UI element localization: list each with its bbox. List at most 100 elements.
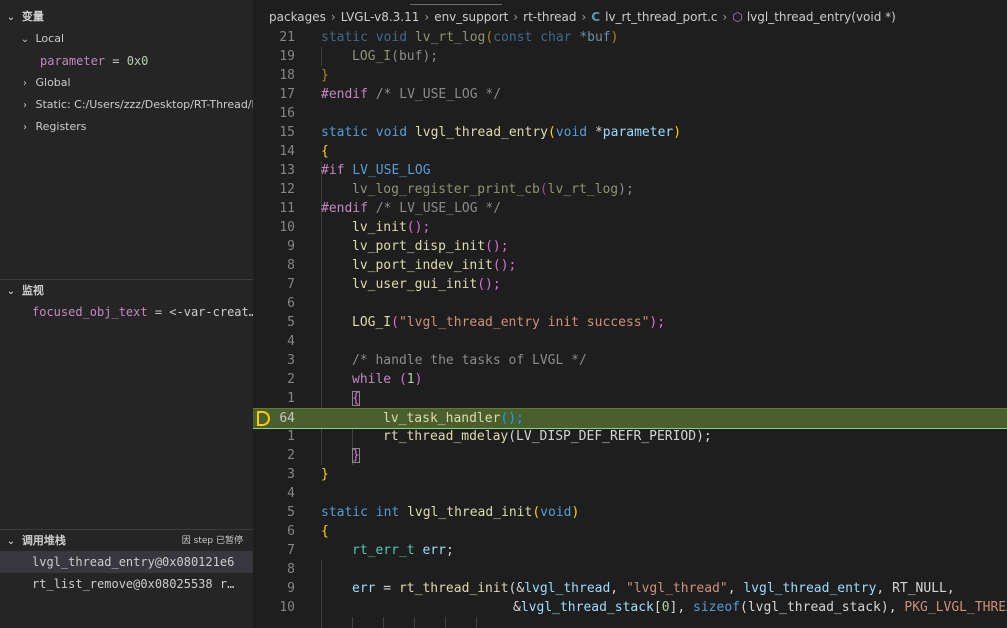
variable-name: parameter xyxy=(40,54,106,68)
line-text: static void lv_rt_log(const char *buf) xyxy=(321,30,619,45)
line-number: 2 xyxy=(287,448,295,463)
code-line[interactable]: 13 #if LV_USE_LOG xyxy=(253,161,1007,180)
line-text: rt_thread_mdelay(LV_DISP_DEF_REFR_PERIOD… xyxy=(383,429,712,444)
line-text: LOG_I("lvgl_thread_entry init success"); xyxy=(352,315,666,330)
current-line-highlight[interactable]: 64 lv_task_handler(); xyxy=(253,408,1007,429)
code-line[interactable]: 17 #endif /* LV_USE_LOG */ xyxy=(253,85,1007,104)
variable-row-parameter[interactable]: parameter = 0x0 xyxy=(0,50,253,72)
line-number: 14 xyxy=(279,144,295,159)
static-label: Static: C:/Users/zzz/Desktop/RT-Thread/P… xyxy=(35,98,254,111)
line-number: 17 xyxy=(279,87,295,102)
line-number: 2 xyxy=(287,372,295,387)
watch-header-label: 监视 xyxy=(21,284,44,297)
line-number: 12 xyxy=(279,182,295,197)
code-line[interactable]: 10 &lvgl_thread_stack[0], sizeof(lvgl_thr… xyxy=(253,598,1007,617)
code-line[interactable]: 18} xyxy=(253,66,1007,85)
indent-guide xyxy=(414,617,415,628)
tree-item-global[interactable]: › Global xyxy=(0,72,253,94)
code-line[interactable]: 7 rt_err_t err; xyxy=(253,541,1007,560)
indent-guide xyxy=(352,617,353,628)
code-line[interactable]: 4 xyxy=(253,332,1007,351)
variable-value: 0x0 xyxy=(126,54,149,68)
line-number: 1 xyxy=(287,429,295,444)
code-line[interactable]: 8 xyxy=(253,560,1007,579)
line-text: { xyxy=(352,391,360,406)
code-line[interactable]: 9 err = rt_thread_init(&lvgl_thread, "lvg… xyxy=(253,579,1007,598)
code-editor[interactable]: packages › LVGL-v8.3.11 › env_support › rt-thr… xyxy=(253,0,1007,628)
tree-item-registers[interactable]: › Registers xyxy=(0,116,253,138)
chevron-right-icon: › xyxy=(424,10,430,24)
code-line[interactable]: 14 { xyxy=(253,142,1007,161)
breadcrumb-item[interactable]: env_support xyxy=(434,10,508,24)
line-number: 4 xyxy=(287,486,295,501)
code-line[interactable]: 10 lv_init(); xyxy=(253,218,1007,237)
code-line[interactable]: 1 rt_thread_mdelay(LV_DISP_DEF_REFR_PERIO… xyxy=(253,427,1007,446)
local-label: Local xyxy=(35,32,65,45)
watch-section-header[interactable]: ⌄ 监视 xyxy=(0,279,253,302)
indent-guide xyxy=(383,617,384,628)
code-line[interactable]: 15 static void lvgl_thread_entry(void *pa… xyxy=(253,123,1007,142)
code-line[interactable]: 3} xyxy=(253,465,1007,484)
chevron-right-icon: › xyxy=(722,10,728,24)
line-text: err = rt_thread_init(&lvgl_thread, "lvgl… xyxy=(352,581,955,596)
breadcrumb-item[interactable]: packages xyxy=(269,10,326,24)
callstack-frame[interactable]: lvgl_thread_entry@0x080121e6 xyxy=(0,551,253,573)
code-line[interactable]: 21 static void lv_rt_log(const char *buf) xyxy=(253,28,1007,47)
chevron-down-icon: ⌄ xyxy=(20,34,30,45)
line-text: lv_task_handler(); xyxy=(383,411,524,426)
code-line[interactable]: 3 /* handle the tasks of LVGL */ xyxy=(253,351,1007,370)
chevron-right-icon: › xyxy=(330,10,336,24)
code-line[interactable]: 12 lv_log_register_print_cb(lv_rt_log); xyxy=(253,180,1007,199)
code-line[interactable]: 16 xyxy=(253,104,1007,123)
line-text: lv_log_register_print_cb(lv_rt_log); xyxy=(352,182,634,197)
callstack-header-label: 调用堆栈 xyxy=(21,534,66,547)
code-line[interactable]: 6 xyxy=(253,294,1007,313)
code-line[interactable]: 6{ xyxy=(253,522,1007,541)
code-line[interactable]: 2} xyxy=(253,446,1007,465)
code-line[interactable]: 5 static int lvgl_thread_init(void) xyxy=(253,503,1007,522)
line-number: 64 xyxy=(279,411,295,426)
line-number: 15 xyxy=(279,125,295,140)
tab-indicator xyxy=(410,4,502,5)
line-number: 10 xyxy=(279,220,295,235)
line-text: } xyxy=(352,448,360,463)
watch-item[interactable]: focused_obj_text = <-var-creat… xyxy=(0,301,253,323)
cube-icon: ⬡ xyxy=(732,10,743,24)
tree-item-local[interactable]: ⌄ Local xyxy=(0,28,253,50)
line-number: 3 xyxy=(287,353,295,368)
code-line[interactable]: 19 LOG_I(buf); xyxy=(253,47,1007,66)
chevron-down-icon: ⌄ xyxy=(6,536,16,547)
line-number: 9 xyxy=(287,581,295,596)
code-line[interactable]: 11 #endif /* LV_USE_LOG */ xyxy=(253,199,1007,218)
chevron-right-icon: › xyxy=(513,10,519,24)
line-text: lv_port_indev_init(); xyxy=(352,258,517,273)
code-line[interactable]: 8 lv_port_indev_init(); xyxy=(253,256,1007,275)
breadcrumb-item[interactable]: rt-thread xyxy=(523,10,576,24)
breadcrumb-file[interactable]: lv_rt_thread_port.c xyxy=(605,10,717,24)
line-text: } xyxy=(321,467,329,482)
callstack-status: 因 step 已暂停 xyxy=(181,536,243,546)
tree-item-static[interactable]: › Static: C:/Users/zzz/Desktop/RT-Thread… xyxy=(0,94,253,116)
variables-section-header[interactable]: ⌄ 变量 xyxy=(0,6,253,28)
code-line[interactable]: 2 while (1) xyxy=(253,370,1007,389)
watch-item-name: focused_obj_text xyxy=(32,305,148,319)
line-number: 5 xyxy=(287,315,295,330)
breadcrumb-item[interactable]: LVGL-v8.3.11 xyxy=(341,10,420,24)
code-line[interactable]: 4 xyxy=(253,484,1007,503)
line-number: 10 xyxy=(279,600,295,615)
watch-item-value: = <-var-creat… xyxy=(147,305,253,319)
line-text: lv_user_gui_init(); xyxy=(352,277,501,292)
code-line[interactable]: 1{ xyxy=(253,389,1007,408)
line-number: 21 xyxy=(279,30,295,45)
code-line[interactable]: 7 lv_user_gui_init(); xyxy=(253,275,1007,294)
line-text: LOG_I(buf); xyxy=(352,49,439,64)
breadcrumb-symbol[interactable]: lvgl_thread_entry(void *) xyxy=(747,10,896,24)
callstack-section-header[interactable]: ⌄ 调用堆栈 因 step 已暂停 xyxy=(0,529,253,552)
line-number: 11 xyxy=(279,201,295,216)
code-line[interactable]: 9 lv_port_disp_init(); xyxy=(253,237,1007,256)
code-line[interactable]: 5 LOG_I("lvgl_thread_entry init success")… xyxy=(253,313,1007,332)
callstack-frame[interactable]: rt_list_remove@0x08025538 r… xyxy=(0,573,253,595)
chevron-right-icon: › xyxy=(23,100,27,111)
chevron-down-icon: ⌄ xyxy=(6,286,16,297)
line-number: 8 xyxy=(287,258,295,273)
